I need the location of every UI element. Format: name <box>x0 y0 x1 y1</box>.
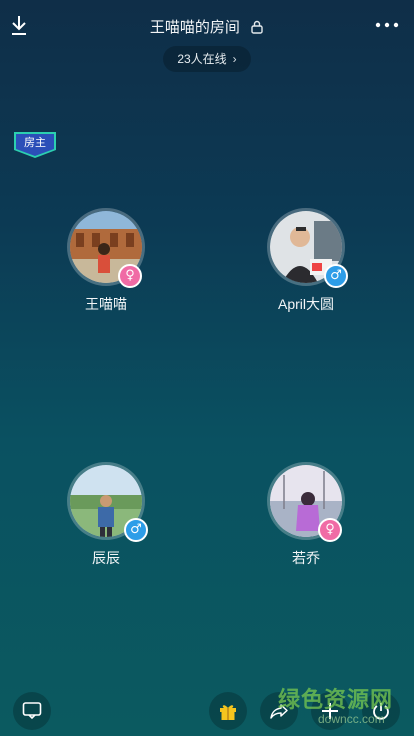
room-title: 王喵喵的房间 <box>0 16 414 37</box>
male-icon: ♂ <box>124 518 148 542</box>
watermark-line2: downcc.com <box>318 712 385 726</box>
more-options-icon[interactable] <box>374 18 400 32</box>
room-title-text: 王喵喵的房间 <box>149 19 240 36</box>
seat-2[interactable]: ♂ April大圆 <box>246 208 366 314</box>
host-badge-label: 房主 <box>24 136 46 149</box>
seat-name: April大圆 <box>277 296 334 312</box>
female-icon: ♀ <box>118 264 142 288</box>
female-icon: ♀ <box>318 518 342 542</box>
watermark-line1: 绿色资源网 <box>278 687 394 712</box>
chevron-right-icon: › <box>232 52 237 66</box>
lock-icon <box>251 20 263 34</box>
seat-name: 辰辰 <box>92 550 120 566</box>
online-count-pill[interactable]: 23人在线 › <box>163 46 251 72</box>
seat-1[interactable]: ♀ 王喵喵 <box>46 208 166 314</box>
gift-icon <box>220 705 236 720</box>
host-badge: 房主 <box>14 132 56 158</box>
online-count-text: 23人在线 <box>177 52 227 66</box>
seat-name: 若乔 <box>292 550 320 566</box>
top-bar: 王喵喵的房间 <box>0 0 414 52</box>
chat-button[interactable] <box>13 692 51 730</box>
watermark: 绿色资源网 downcc.com <box>278 682 398 726</box>
seat-name: 王喵喵 <box>85 296 127 312</box>
seat-3[interactable]: ♂ 辰辰 <box>46 462 166 568</box>
male-icon: ♂ <box>324 264 348 288</box>
gift-button[interactable] <box>209 692 247 730</box>
seat-4[interactable]: ♀ 若乔 <box>246 462 366 568</box>
chat-icon <box>22 702 42 720</box>
